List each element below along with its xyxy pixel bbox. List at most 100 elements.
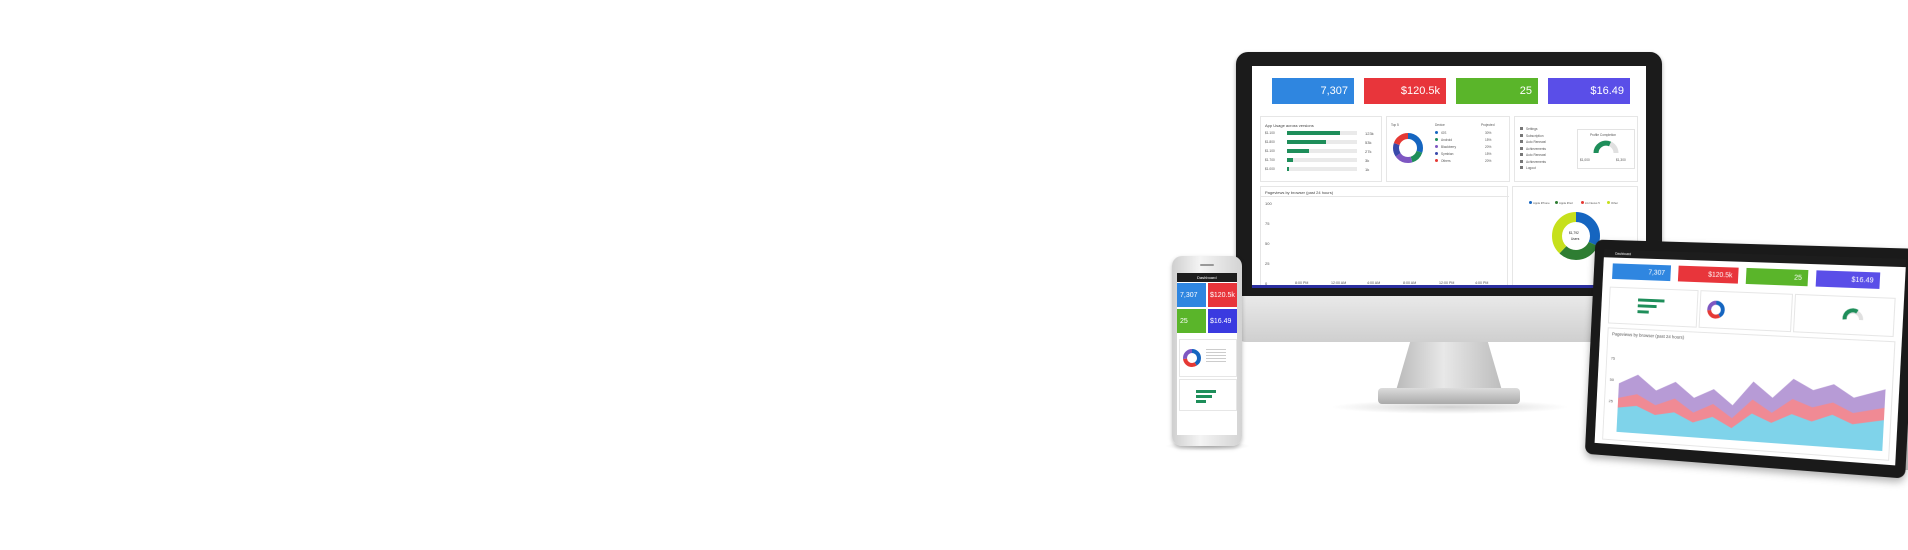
usage-row-value: 27k [1365, 149, 1372, 154]
pageviews-panel: Pageviews by browser (past 24 hours) 100… [1260, 186, 1509, 288]
kpi-tile-count[interactable]: 25 [1456, 78, 1538, 104]
usage-row-label: $1.100 [1265, 131, 1275, 135]
menu-item-icon [1520, 133, 1523, 137]
profile-gauge [1593, 140, 1619, 154]
platform-name: Android [1441, 138, 1452, 142]
usage-row-label: $1.000 [1265, 167, 1275, 171]
usage-row-value: 1k [1365, 167, 1370, 172]
kpi-value: 25 [1793, 274, 1803, 282]
settings-menu-item[interactable]: Auto Renewal [1526, 140, 1546, 144]
kpi-value: $120.5k [1210, 291, 1235, 299]
monitor-neck [1395, 342, 1503, 394]
gauge-max: $1,300 [1616, 158, 1626, 162]
bar [1637, 304, 1657, 309]
y-tick: 75 [1610, 355, 1616, 361]
y-tick: 25 [1265, 261, 1270, 266]
legend-dot [1555, 201, 1558, 204]
settings-menu-item[interactable]: Auto Renewal [1526, 153, 1546, 157]
usage-row-value: 3k [1365, 158, 1370, 163]
usage-bar-track [1287, 149, 1357, 153]
kpi-tile-users[interactable]: 7,307 [1612, 263, 1672, 282]
usage-bar-track [1287, 167, 1357, 171]
tablet-header-title: Dashboard [1615, 251, 1632, 257]
y-tick: 25 [1608, 398, 1613, 404]
donut-center-label: Users [1571, 237, 1580, 241]
platform-donut [1393, 133, 1423, 163]
y-tick: 75 [1265, 221, 1270, 226]
usage-bar-track [1287, 140, 1357, 144]
legend-dot [1607, 201, 1610, 204]
legend-dot [1529, 201, 1532, 204]
bar [1637, 310, 1649, 314]
usage-row-label: $1.100 [1265, 149, 1275, 153]
tablet-screen: Dashboard 7,307 $120.5k 25 $16.49 Pagevi… [1594, 249, 1907, 466]
legend-label: LG Nexus 5 [1585, 201, 1600, 205]
platform-value: 30% [1485, 131, 1492, 135]
kpi-tile-count[interactable]: 25 [1745, 267, 1809, 287]
platform-value: 20% [1485, 159, 1492, 163]
tablet-gauge [1841, 307, 1864, 322]
bar [1196, 395, 1212, 398]
settings-menu-item[interactable]: Achievements [1526, 147, 1546, 151]
usage-bar-track [1287, 131, 1357, 135]
usage-bar-fill [1287, 149, 1310, 153]
legend-dot [1581, 201, 1584, 204]
menu-item-icon [1520, 127, 1523, 130]
kpi-tile-price[interactable]: $16.49 [1815, 270, 1881, 289]
settings-menu-item[interactable]: Achievements [1526, 160, 1546, 164]
kpi-value: 7,307 [1320, 85, 1348, 97]
panel-title: Pageviews by browser (past 24 hours) [1611, 331, 1685, 340]
kpi-tile-revenue[interactable]: $120.5k [1364, 78, 1446, 104]
donut-center-value: $1,792 [1569, 231, 1579, 235]
kpi-tile-users[interactable]: 7,307 [1177, 283, 1206, 307]
platform-value: 15% [1485, 152, 1492, 156]
panel-title: App Usage across versions [1265, 123, 1314, 128]
col-header: Projected [1481, 123, 1495, 127]
monitor-foot [1378, 388, 1520, 404]
tablet-pageviews-panel: Pageviews by browser (past 24 hours) 75 … [1602, 327, 1896, 461]
phone-donut [1183, 349, 1201, 367]
panel-title: Pageviews by browser (past 24 hours) [1265, 190, 1334, 195]
kpi-tile-count[interactable]: 25 [1177, 309, 1206, 333]
usage-row-value: 53k [1365, 140, 1372, 145]
kpi-tile-users[interactable]: 7,307 [1272, 78, 1354, 104]
tablet-profile-card [1793, 293, 1896, 338]
bar [1196, 400, 1206, 403]
settings-menu-item[interactable]: Logout [1526, 166, 1536, 170]
usage-bar-fill [1287, 158, 1293, 162]
legend-dot [1435, 152, 1438, 155]
menu-item-icon [1520, 140, 1523, 143]
kpi-tile-revenue[interactable]: $120.5k [1208, 283, 1237, 307]
phone-usage-card [1179, 379, 1237, 411]
tablet-usage-card [1607, 286, 1699, 328]
platforms-panel: Top 5 Device Projected iOS 30% Android 15% B… [1386, 116, 1510, 182]
menu-item-icon [1520, 159, 1523, 163]
kpi-tile-price[interactable]: $16.49 [1548, 78, 1630, 104]
usage-bar-fill [1287, 131, 1340, 135]
platform-name: iOS [1441, 131, 1447, 135]
legend-dot [1435, 159, 1438, 162]
settings-menu-item[interactable]: Settings [1526, 127, 1538, 131]
menu-item-icon [1520, 166, 1523, 169]
settings-menu-item[interactable]: Subscription [1526, 134, 1544, 138]
legend-dot [1435, 131, 1438, 134]
phone-appbar: Dashboard [1177, 273, 1237, 282]
monitor-screen: 7,307 $120.5k 25 $16.49 App Usage across… [1252, 66, 1646, 288]
kpi-value: $16.49 [1851, 276, 1874, 285]
tablet-body: Dashboard 7,307 $120.5k 25 $16.49 Pagevi… [1584, 239, 1908, 479]
screen-bottom-bar [1252, 285, 1646, 288]
menu-item-icon [1520, 146, 1523, 150]
legend-dot [1435, 145, 1438, 148]
usage-bar-track [1287, 158, 1357, 162]
phone-screen: Dashboard 7,307 $120.5k 25 $16.49 [1177, 273, 1237, 435]
app-usage-panel: App Usage across versions $1.100 123k $1.8… [1260, 116, 1382, 182]
kpi-tile-price[interactable]: $16.49 [1208, 309, 1237, 333]
usage-row-label: $1.800 [1265, 140, 1275, 144]
kpi-tile-revenue[interactable]: $120.5k [1677, 265, 1739, 284]
gauge-min: $1,000 [1580, 158, 1590, 162]
kpi-value: $16.49 [1210, 317, 1232, 325]
phone-platform-card [1179, 339, 1237, 377]
legend-label: Other [1611, 201, 1618, 205]
tablet-platform-card [1698, 290, 1794, 333]
kpi-value: 25 [1180, 317, 1188, 325]
